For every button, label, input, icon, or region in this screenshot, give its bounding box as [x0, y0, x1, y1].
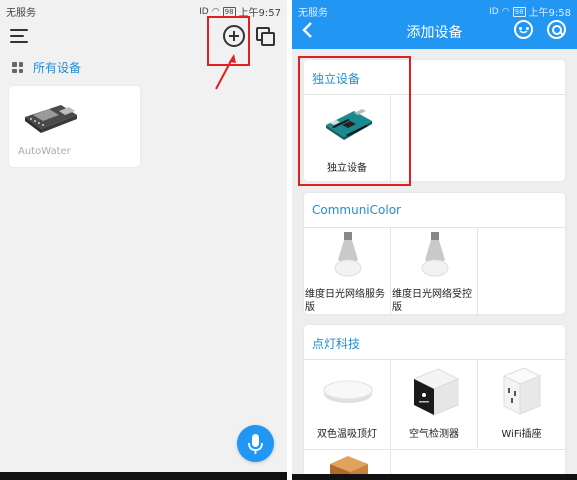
wifi-icon: ◠ [211, 6, 220, 17]
status-bar: 无服务 ID ◠ 98 上午9:58 [292, 0, 577, 20]
wifi-icon: ◠ [501, 6, 510, 17]
nav-bar [0, 472, 287, 480]
device-option-air-monitor[interactable]: 空气检测器 [391, 360, 478, 450]
scan-icon[interactable] [514, 20, 533, 39]
multi-window-icon[interactable] [256, 27, 276, 47]
device-section-header[interactable]: 所有设备 [12, 59, 81, 76]
ceiling-light-icon [323, 380, 373, 403]
battery-icon: 98 [512, 6, 526, 17]
device-option-label: 维度日光网络服务 [305, 289, 385, 300]
air-monitor-icon [412, 368, 460, 416]
device-card[interactable]: AutoWater [9, 86, 140, 167]
highlight-box-standalone [298, 56, 411, 186]
nav-bar [292, 474, 577, 480]
device-option-label: 双色温吸顶灯 [317, 429, 377, 440]
device-option-bulb-controlled[interactable]: 维度日光网络受控 版 [391, 228, 478, 314]
device-option-ceiling-light[interactable]: 双色温吸顶灯 [304, 360, 391, 450]
device-option-label: 维度日光网络受控 [392, 289, 472, 300]
device-option-label: 空气检测器 [409, 429, 459, 440]
annotation-arrow [215, 54, 236, 90]
device-option-bulb-server[interactable]: 维度日光网络服务 版 [304, 228, 391, 314]
device-option-label: WiFi插座 [501, 429, 542, 440]
signal-icon: ID [489, 6, 499, 17]
device-option-label-line2: 版 [392, 302, 402, 313]
voice-button[interactable] [237, 425, 274, 462]
screenshot-stage: 无服务 ID ◠ 98 上午9:57 所有设备 AutoWater 无服务 ID… [0, 0, 577, 480]
device-option-label-line2: 版 [305, 302, 315, 313]
wifi-plug-icon [502, 367, 542, 415]
device-option-wifi-plug[interactable]: WiFi插座 [478, 360, 565, 450]
page-title: 添加设备 [406, 25, 463, 41]
category-title: CommuniColor [312, 203, 401, 217]
clock-text: 上午9:58 [528, 8, 571, 19]
signal-icon: ID [199, 6, 209, 17]
smart-bulb-icon [421, 232, 449, 277]
section-label: 所有设备 [33, 61, 82, 75]
category-communicolor: CommuniColor 维度日光网络服务 版 维度日光网络受控 版 [304, 193, 565, 314]
category-diandeng: 点灯科技 双色温吸顶灯 空气检测器 WiFi插座 [304, 325, 565, 480]
smart-bulb-icon [334, 232, 362, 277]
device-name: AutoWater [18, 146, 71, 157]
esp-board-icon [25, 105, 77, 133]
carrier-text: 无服务 [6, 8, 36, 19]
microphone-icon [248, 434, 263, 454]
menu-icon[interactable] [10, 28, 28, 44]
status-right: ID ◠ 98 上午9:58 [489, 4, 571, 19]
category-title: 点灯科技 [312, 337, 361, 351]
app-header: 无服务 ID ◠ 98 上午9:58 添加设备 [292, 0, 577, 49]
carrier-text: 无服务 [298, 8, 328, 19]
search-icon[interactable] [547, 20, 566, 39]
grid-icon [12, 62, 23, 73]
battery-icon: 98 [222, 6, 236, 17]
device-list-screen: 无服务 ID ◠ 98 上午9:57 所有设备 AutoWater [0, 0, 287, 480]
